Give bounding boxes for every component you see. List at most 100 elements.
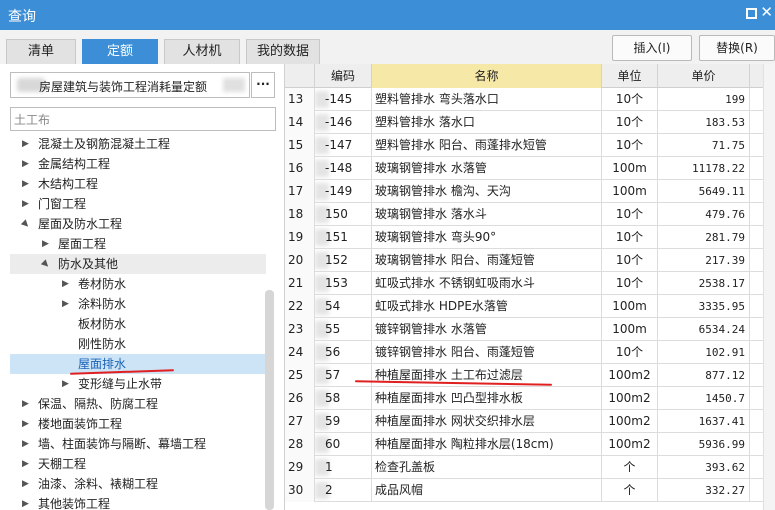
chevron-right-icon[interactable]: ▶ — [22, 474, 29, 494]
code-text: -148 — [325, 161, 353, 175]
table-row[interactable]: 22 54 虹吸式排水 HDPE水落管 100m 3335.95 — [285, 295, 775, 318]
table-row[interactable]: 21 153 虹吸式排水 不锈钢虹吸雨水斗 10个 2538.17 — [285, 272, 775, 295]
table-row[interactable]: 28 60 种植屋面排水 陶粒排水层(18cm) 100m2 5936.99 — [285, 433, 775, 456]
price-cell: 102.91 — [658, 341, 750, 364]
table-row[interactable]: 19 151 玻璃钢管排水 弯头90° 10个 281.79 — [285, 226, 775, 249]
tree-item[interactable]: ▶ 混凝土及钢筋混凝土工程 — [10, 134, 266, 154]
tree-item[interactable]: ▲ 屋面及防水工程 — [10, 214, 266, 234]
price-cell: 199 — [658, 88, 750, 111]
code-text: 150 — [325, 207, 348, 221]
chevron-right-icon[interactable]: ▶ — [22, 154, 29, 174]
table-row[interactable]: 29 1 检查孔盖板个 393.62 — [285, 456, 775, 479]
tree-item[interactable]: 刚性防水 — [10, 334, 266, 354]
tree-item-label: 墙、柱面装饰与隔断、幕墙工程 — [38, 437, 207, 451]
chevron-right-icon[interactable]: ▶ — [22, 434, 29, 454]
unit-cell: 100m — [602, 180, 658, 203]
table-row[interactable]: 23 55 镀锌钢管排水 水落管 100m 6534.24 — [285, 318, 775, 341]
table-row[interactable]: 27 59 种植屋面排水 网状交织排水层 100m2 1637.41 — [285, 410, 775, 433]
tree-item[interactable]: ▶ 卷材防水 — [10, 274, 266, 294]
tree-item[interactable]: ▶ 屋面工程 — [10, 234, 266, 254]
chevron-right-icon[interactable]: ▶ — [22, 134, 29, 154]
search-input[interactable] — [10, 107, 276, 131]
unit-cell: 10个 — [602, 341, 658, 364]
tree-item[interactable]: ▶ 天棚工程 — [10, 454, 266, 474]
chevron-expanded-icon[interactable]: ▲ — [16, 214, 35, 233]
chevron-right-icon[interactable]: ▶ — [62, 274, 69, 294]
name-cell: 塑料管排水 弯头落水口 — [372, 88, 602, 111]
price-cell: 2538.17 — [658, 272, 750, 295]
unit-cell: 10个 — [602, 272, 658, 295]
tree-item-label: 楼地面装饰工程 — [38, 417, 123, 431]
tree-item[interactable]: ▶ 木结构工程 — [10, 174, 266, 194]
tab-bill[interactable]: 清单 — [6, 39, 76, 64]
chevron-right-icon[interactable]: ▶ — [42, 234, 49, 254]
tree-item[interactable]: ▶ 油漆、涂料、裱糊工程 — [10, 474, 266, 494]
header-name[interactable]: 名称 — [372, 64, 602, 88]
library-select-value: 房屋建筑与装饰工程消耗量定额 — [39, 80, 208, 94]
tree-item[interactable]: ▶ 其他装饰工程 — [10, 494, 266, 510]
table-row[interactable]: 18 150 玻璃钢管排水 落水斗 10个 479.76 — [285, 203, 775, 226]
tree-item-label: 金属结构工程 — [38, 157, 111, 171]
table-row[interactable]: 20 152 玻璃钢管排水 阳台、雨蓬短管 10个 217.39 — [285, 249, 775, 272]
tree-item[interactable]: 板材防水 — [10, 314, 266, 334]
table-row[interactable]: 24 56 镀锌钢管排水 阳台、雨蓬短管 10个 102.91 — [285, 341, 775, 364]
code-text: -149 — [325, 184, 353, 198]
table-row[interactable]: 13 -145 塑料管排水 弯头落水口 10个 199 — [285, 88, 775, 111]
tab-my-data[interactable]: 我的数据 — [246, 39, 320, 64]
name-cell: 成品风帽 — [372, 479, 602, 502]
tab-quota[interactable]: 定额 — [82, 39, 158, 64]
chevron-right-icon[interactable]: ▶ — [22, 454, 29, 474]
tree-item[interactable]: ▶ 保温、隔热、防腐工程 — [10, 394, 266, 414]
chevron-right-icon[interactable]: ▶ — [22, 494, 29, 510]
row-number-cell: 25 — [285, 364, 315, 387]
tree-item[interactable]: ▶ 墙、柱面装饰与隔断、幕墙工程 — [10, 434, 266, 454]
code-cell: 153 — [315, 272, 372, 295]
tree-item-label: 天棚工程 — [38, 457, 87, 471]
name-cell: 玻璃钢管排水 檐沟、天沟 — [372, 180, 602, 203]
insert-button[interactable]: 插入(I) — [612, 35, 692, 61]
table-row[interactable]: 14 -146 塑料管排水 落水口 10个 183.53 — [285, 111, 775, 134]
grid-scrollbar[interactable] — [763, 64, 775, 510]
table-row[interactable]: 15 -147 塑料管排水 阳台、雨蓬排水短管 10个 71.75 — [285, 134, 775, 157]
code-text: 153 — [325, 276, 348, 290]
library-select[interactable]: 房屋建筑与装饰工程消耗量定额 — [10, 72, 250, 98]
table-row[interactable]: 26 58 种植屋面排水 凹凸型排水板 100m2 1450.7 — [285, 387, 775, 410]
tree-item[interactable]: ▶ 门窗工程 — [10, 194, 266, 214]
tree-item[interactable]: ▶ 涂料防水 — [10, 294, 266, 314]
left-panel: 房屋建筑与装饰工程消耗量定额 ··· ▶ 混凝土及钢筋混凝土工程 ▶ 金属结构工程 ▶ 木… — [0, 64, 285, 510]
unit-cell: 个 — [602, 479, 658, 502]
replace-button[interactable]: 替换(R) — [699, 35, 775, 61]
tree-item-label: 混凝土及钢筋混凝土工程 — [38, 137, 171, 151]
chevron-right-icon[interactable]: ▶ — [22, 394, 29, 414]
chevron-right-icon[interactable]: ▶ — [62, 294, 69, 314]
chevron-right-icon[interactable]: ▶ — [22, 414, 29, 434]
tree-item[interactable]: ▶ 金属结构工程 — [10, 154, 266, 174]
table-row[interactable]: 16 -148 玻璃钢管排水 水落管 100m 11178.22 — [285, 157, 775, 180]
tree-item-label: 刚性防水 — [78, 337, 127, 351]
chevron-expanded-icon[interactable]: ▲ — [36, 254, 55, 273]
table-row[interactable]: 17 -149 玻璃钢管排水 檐沟、天沟 100m 5649.11 — [285, 180, 775, 203]
tree-item-label: 保温、隔热、防腐工程 — [38, 397, 159, 411]
unit-cell: 10个 — [602, 226, 658, 249]
header-price[interactable]: 单价 — [658, 64, 750, 88]
tree-item[interactable]: ▶ 楼地面装饰工程 — [10, 414, 266, 434]
tree-item[interactable]: ▲ 防水及其他 — [10, 254, 266, 274]
name-cell: 检查孔盖板 — [372, 456, 602, 479]
tab-labor-material-machine[interactable]: 人材机 — [164, 39, 240, 64]
row-number-cell: 26 — [285, 387, 315, 410]
restore-icon[interactable] — [746, 8, 757, 19]
name-cell: 玻璃钢管排水 落水斗 — [372, 203, 602, 226]
tree-scrollbar[interactable] — [265, 290, 274, 510]
chevron-right-icon[interactable]: ▶ — [22, 174, 29, 194]
code-text: 54 — [325, 299, 341, 313]
header-unit[interactable]: 单位 — [602, 64, 658, 88]
table-row[interactable]: 30 2 成品风帽个 332.27 — [285, 479, 775, 502]
tree-item[interactable]: ▶ 变形缝与止水带 — [10, 374, 266, 394]
chevron-right-icon[interactable]: ▶ — [22, 194, 29, 214]
more-options-button[interactable]: ··· — [251, 72, 275, 98]
close-icon[interactable]: ✕ — [760, 3, 773, 21]
name-cell: 种植屋面排水 陶粒排水层(18cm) — [372, 433, 602, 456]
chevron-right-icon[interactable]: ▶ — [62, 374, 69, 394]
row-number-cell: 18 — [285, 203, 315, 226]
header-code[interactable]: 编码 — [315, 64, 372, 88]
